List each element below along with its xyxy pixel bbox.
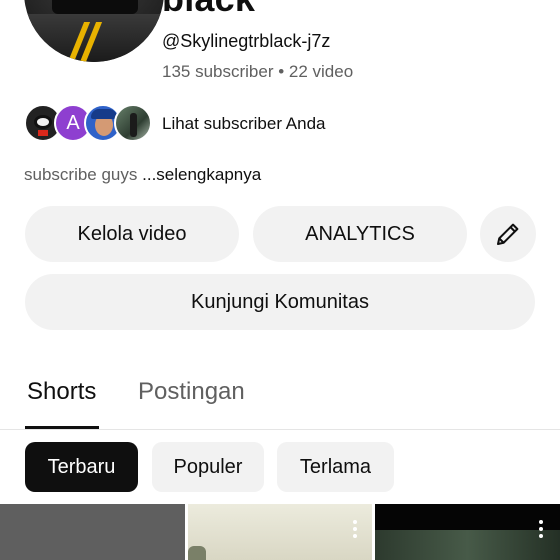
channel-tabs: Shorts Postingan (0, 370, 560, 430)
edit-channel-button[interactable] (480, 206, 536, 262)
filter-chip-populer[interactable]: Populer (152, 442, 264, 492)
thumbnail-plant (188, 546, 206, 560)
short-thumbnail[interactable] (188, 504, 372, 560)
subscriber-avatar-figure (130, 113, 137, 137)
subscriber-avatar-cap (91, 109, 117, 119)
channel-description[interactable]: subscribe guys ...selengkapnya (24, 165, 261, 185)
channel-stats: 135 subscriber • 22 video (162, 62, 354, 81)
subscriber-avatars[interactable]: A (24, 104, 154, 142)
tab-selected-indicator (25, 426, 99, 429)
short-thumbnail[interactable] (0, 504, 185, 560)
description-text: subscribe guys (24, 165, 138, 184)
thumbnail-scene (375, 530, 560, 560)
pencil-icon (497, 223, 519, 245)
visit-community-button[interactable]: Kunjungi Komunitas (25, 274, 535, 330)
short-thumbnail[interactable] (375, 504, 560, 560)
view-subscribers-link[interactable]: Lihat subscriber Anda (162, 114, 326, 134)
tab-shorts[interactable]: Shorts (27, 378, 96, 406)
analytics-button[interactable]: ANALYTICS (253, 206, 467, 262)
tab-postingan[interactable]: Postingan (138, 378, 245, 406)
subscriber-avatar-mouth (38, 130, 48, 136)
more-vert-icon[interactable] (538, 520, 544, 542)
description-more-link[interactable]: ...selengkapnya (142, 165, 261, 184)
manage-videos-button[interactable]: Kelola video (25, 206, 239, 262)
subscriber-avatar-face (34, 115, 52, 129)
channel-handle: @Skylinegtrblack-j7z (162, 31, 331, 51)
more-vert-icon[interactable] (352, 520, 358, 542)
channel-name: black (162, 0, 255, 20)
subscriber-avatar (114, 104, 152, 142)
channel-avatar[interactable] (24, 0, 164, 62)
avatar-car (52, 0, 138, 14)
filter-chip-terlama[interactable]: Terlama (277, 442, 394, 492)
filter-chip-terbaru[interactable]: Terbaru (25, 442, 138, 492)
